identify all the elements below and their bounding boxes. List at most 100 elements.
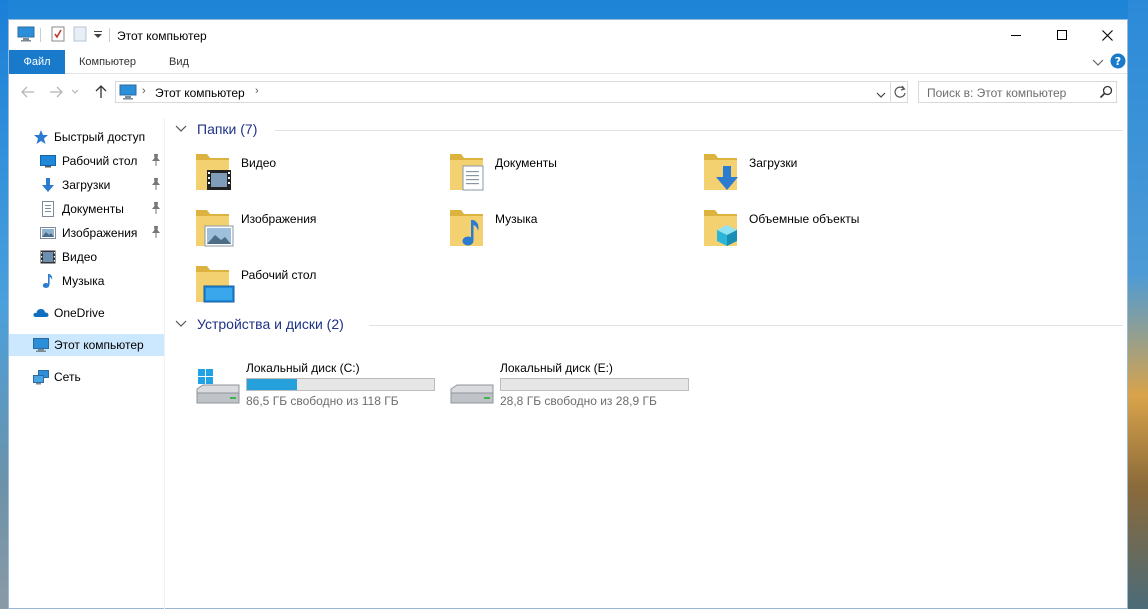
breadcrumb[interactable]: Этот компьютер <box>155 86 245 100</box>
tab-file[interactable]: Файл <box>9 50 65 74</box>
folder-label: Рабочий стол <box>241 268 317 282</box>
drive-label: Локальный диск (E:) <box>500 361 613 375</box>
tab-view[interactable]: Вид <box>169 50 189 74</box>
folder-label: Документы <box>495 156 557 170</box>
new-folder-icon[interactable] <box>73 26 87 45</box>
group-header-devices[interactable]: Устройства и диски (2) <box>173 315 1123 335</box>
minimize-button[interactable] <box>993 20 1039 50</box>
computer-icon <box>119 84 137 103</box>
folder-label: Объемные объекты <box>749 212 860 226</box>
sidebar-item-onedrive[interactable]: OneDrive <box>9 302 164 324</box>
folder-tile-desktop[interactable]: Рабочий стол <box>195 262 435 312</box>
search-placeholder: Поиск в: Этот компьютер <box>927 86 1067 100</box>
sidebar-item-label: Этот компьютер <box>54 338 144 352</box>
sidebar-item-documents[interactable]: Документы <box>9 198 164 220</box>
navigation-bar: › Этот компьютер › Поиск в: Этот компьют… <box>9 78 1127 106</box>
desktop-background-right <box>1128 0 1148 609</box>
sidebar-item-network[interactable]: Сеть <box>9 366 164 388</box>
sidebar-item-label: Загрузки <box>62 178 111 192</box>
folder-tile-3d-objects[interactable]: Объемные объекты <box>703 206 943 256</box>
drive-usage-bar <box>500 378 689 391</box>
desktop-background-left <box>0 0 8 609</box>
help-icon[interactable]: ? <box>1110 53 1126 72</box>
sidebar-item-label: Сеть <box>54 370 81 384</box>
forward-button[interactable] <box>46 82 66 102</box>
sidebar-item-label: Рабочий стол <box>62 154 138 168</box>
drive-usage-bar <box>246 378 435 391</box>
computer-icon <box>33 337 49 353</box>
drive-free-space: 86,5 ГБ свободно из 118 ГБ <box>246 394 399 408</box>
address-dropdown-icon[interactable] <box>876 88 886 102</box>
picture-icon <box>40 225 56 241</box>
sidebar-item-desktop[interactable]: Рабочий стол <box>9 150 164 172</box>
drive-label: Локальный диск (C:) <box>246 361 360 375</box>
windows-drive-icon <box>195 369 241 408</box>
customize-quick-access-icon[interactable] <box>93 29 103 43</box>
properties-icon[interactable] <box>51 26 65 45</box>
search-input[interactable]: Поиск в: Этот компьютер <box>918 81 1117 103</box>
drive-tile-c[interactable]: Локальный диск (C:) 86,5 ГБ свободно из … <box>195 361 445 411</box>
music-icon <box>40 273 56 289</box>
folder-label: Видео <box>241 156 277 170</box>
sidebar-item-label: OneDrive <box>54 306 105 320</box>
ribbon-tabs: Файл Компьютер Вид ? <box>9 50 1127 74</box>
sidebar-item-music[interactable]: Музыка <box>9 270 164 292</box>
video-folder-icon <box>195 150 235 197</box>
folder-tile-documents[interactable]: Документы <box>449 150 689 200</box>
folder-tile-pictures[interactable]: Изображения <box>195 206 435 256</box>
drive-free-space: 28,8 ГБ свободно из 28,9 ГБ <box>500 394 657 408</box>
divider <box>369 325 1123 326</box>
content-area: Папки (7) Видео Документы Загрузки Изобр… <box>165 112 1127 608</box>
divider <box>890 82 891 102</box>
sidebar-item-video[interactable]: Видео <box>9 246 164 268</box>
cloud-icon <box>33 305 49 321</box>
group-title: Папки (7) <box>197 121 258 137</box>
divider <box>109 28 110 42</box>
breadcrumb-chevron-icon[interactable]: › <box>255 85 259 97</box>
drive-usage-fill <box>247 379 298 390</box>
address-bar[interactable]: › Этот компьютер › <box>115 81 908 103</box>
desktop-folder-icon <box>195 262 235 309</box>
computer-icon[interactable] <box>17 26 35 45</box>
folder-label: Изображения <box>241 212 317 226</box>
recent-locations-icon[interactable] <box>69 82 81 102</box>
3d-objects-folder-icon <box>703 206 743 253</box>
sidebar-item-quick-access[interactable]: Быстрый доступ <box>9 126 164 148</box>
svg-text:?: ? <box>1115 55 1121 68</box>
pin-icon <box>150 153 162 167</box>
window-title: Этот компьютер <box>117 29 207 43</box>
sidebar-item-pictures[interactable]: Изображения <box>9 222 164 244</box>
breadcrumb-chevron-icon[interactable]: › <box>142 85 146 97</box>
sidebar-item-label: Видео <box>62 250 98 264</box>
maximize-button[interactable] <box>1039 20 1085 50</box>
folder-tile-downloads[interactable]: Загрузки <box>703 150 943 200</box>
folder-tile-music[interactable]: Музыка <box>449 206 689 256</box>
document-icon <box>40 201 56 217</box>
chevron-down-icon[interactable] <box>175 123 187 137</box>
back-button[interactable] <box>18 82 38 102</box>
drive-icon <box>449 369 495 408</box>
chevron-down-icon[interactable] <box>175 318 187 332</box>
pin-icon <box>150 177 162 191</box>
group-header-folders[interactable]: Папки (7) <box>173 120 1123 140</box>
sidebar-item-this-pc[interactable]: Этот компьютер <box>9 334 164 356</box>
video-icon <box>40 249 56 265</box>
tab-computer[interactable]: Компьютер <box>79 50 136 74</box>
expand-ribbon-icon[interactable] <box>1092 56 1104 70</box>
close-button[interactable] <box>1084 20 1130 50</box>
sidebar-item-downloads[interactable]: Загрузки <box>9 174 164 196</box>
divider <box>275 130 1123 131</box>
music-folder-icon <box>449 206 489 253</box>
drive-tile-e[interactable]: Локальный диск (E:) 28,8 ГБ свободно из … <box>449 361 699 411</box>
pin-icon <box>150 225 162 239</box>
sidebar-item-label: Документы <box>62 202 124 216</box>
refresh-icon[interactable] <box>893 85 907 102</box>
sidebar-item-label: Быстрый доступ <box>54 130 146 144</box>
search-icon[interactable] <box>1099 85 1113 102</box>
up-button[interactable] <box>91 82 111 102</box>
pin-icon <box>150 201 162 215</box>
group-title: Устройства и диски (2) <box>197 316 344 332</box>
folder-label: Загрузки <box>749 156 798 170</box>
folder-tile-video[interactable]: Видео <box>195 150 435 200</box>
folder-label: Музыка <box>495 212 538 226</box>
